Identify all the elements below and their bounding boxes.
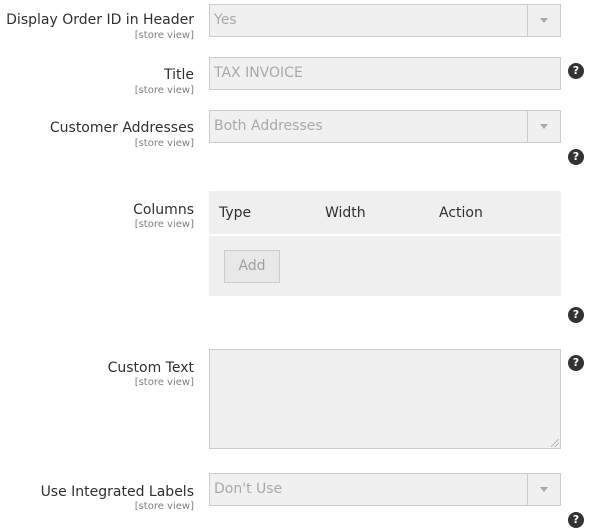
integrated-labels-select[interactable]: Don't Use bbox=[209, 473, 561, 506]
integrated-labels-dropdown-toggle[interactable] bbox=[527, 474, 560, 505]
integrated-labels-scope: [store view] bbox=[134, 501, 194, 512]
title-scope: [store view] bbox=[134, 85, 194, 96]
chevron-down-icon bbox=[540, 124, 548, 129]
chevron-down-icon bbox=[540, 487, 548, 492]
custom-text-textarea[interactable] bbox=[209, 349, 561, 449]
columns-table: Type Width Action Add bbox=[209, 191, 561, 296]
title-placeholder: TAX INVOICE bbox=[214, 65, 303, 81]
question-circle-icon[interactable]: ? bbox=[568, 149, 584, 165]
columns-label: Columns bbox=[133, 202, 194, 218]
customer-addresses-scope: [store view] bbox=[134, 138, 194, 149]
display-order-id-dropdown-toggle[interactable] bbox=[527, 5, 560, 36]
question-circle-icon[interactable]: ? bbox=[568, 512, 584, 528]
columns-scope: [store view] bbox=[134, 219, 194, 230]
customer-addresses-label: Customer Addresses bbox=[49, 120, 194, 136]
display-order-id-value: Yes bbox=[214, 12, 237, 28]
columns-table-header: Type Width Action bbox=[209, 191, 561, 236]
integrated-labels-value: Don't Use bbox=[214, 481, 283, 497]
question-circle-icon[interactable]: ? bbox=[568, 355, 584, 371]
add-column-button[interactable]: Add bbox=[224, 250, 280, 283]
question-circle-icon[interactable]: ? bbox=[568, 307, 584, 323]
column-header-action: Action bbox=[439, 205, 483, 221]
title-label: Title bbox=[163, 67, 194, 83]
chevron-down-icon bbox=[540, 18, 548, 23]
column-header-type: Type bbox=[219, 205, 252, 221]
customer-addresses-select[interactable]: Both Addresses bbox=[209, 110, 561, 143]
title-input[interactable]: TAX INVOICE bbox=[209, 57, 561, 90]
column-header-width: Width bbox=[325, 205, 366, 221]
display-order-id-label: Display Order ID in Header bbox=[6, 12, 194, 28]
display-order-id-scope: [store view] bbox=[134, 30, 194, 41]
resize-grip-icon[interactable] bbox=[551, 439, 559, 447]
customer-addresses-dropdown-toggle[interactable] bbox=[527, 111, 560, 142]
customer-addresses-value: Both Addresses bbox=[214, 118, 323, 134]
display-order-id-select[interactable]: Yes bbox=[209, 4, 561, 37]
question-circle-icon[interactable]: ? bbox=[568, 63, 584, 79]
custom-text-label: Custom Text bbox=[107, 360, 194, 376]
integrated-labels-label: Use Integrated Labels bbox=[40, 484, 194, 500]
custom-text-scope: [store view] bbox=[134, 377, 194, 388]
